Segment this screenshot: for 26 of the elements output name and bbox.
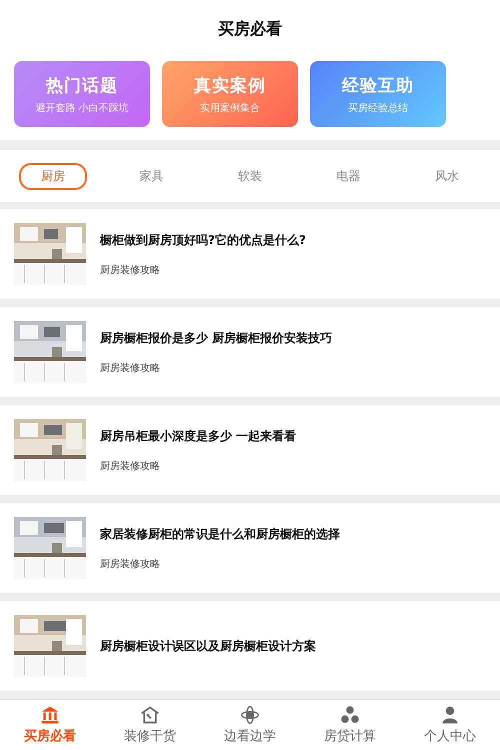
article-tag: 厨房装修攻略 — [100, 360, 332, 374]
nav-tab[interactable]: 买房必看 — [0, 700, 100, 750]
article-tag: 厨房装修攻略 — [100, 458, 296, 472]
category-tab[interactable]: 电器 — [314, 162, 382, 190]
category-tab[interactable]: 家具 — [118, 162, 186, 190]
article-title[interactable]: 家居装修厨柜的常识是什么和厨房橱柜的选择 — [100, 526, 340, 542]
nav-tab[interactable]: 房贷计算 — [300, 700, 400, 750]
category-card[interactable]: 热门话题 避开套路 小白不踩坑 — [14, 61, 150, 127]
page-title: 买房必看 — [218, 18, 282, 40]
person-icon — [440, 705, 460, 725]
nav-tab[interactable]: 个人中心 — [400, 700, 500, 750]
atom-icon — [240, 705, 260, 725]
nav-tab[interactable]: 边看边学 — [200, 700, 300, 750]
nav-tab[interactable]: 装修干货 — [100, 700, 200, 750]
article-title[interactable]: 厨房吊柜最小深度是多少 一起来看看 — [100, 428, 296, 444]
article-title[interactable]: 厨房橱柜报价是多少 厨房橱柜报价安装技巧 — [100, 330, 332, 346]
coins-icon — [340, 705, 360, 725]
category-tab[interactable]: 厨房 — [19, 162, 88, 190]
article-title[interactable]: 厨房橱柜设计误区以及厨房橱柜设计方案 — [100, 638, 316, 654]
category-tab[interactable]: 风水 — [412, 162, 481, 190]
article-tag: 厨房装修攻略 — [100, 262, 306, 276]
house-icon — [140, 705, 160, 725]
category-tab[interactable]: 软装 — [216, 162, 284, 190]
article-title[interactable]: 橱柜做到厨房顶好吗?它的优点是什么? — [100, 232, 306, 248]
article-tag: 厨房装修攻略 — [100, 556, 340, 570]
bank-icon — [40, 705, 60, 725]
